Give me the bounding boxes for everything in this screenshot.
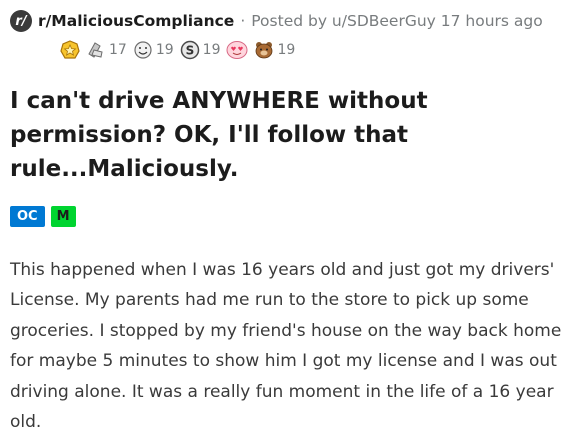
award-bear[interactable]: 19	[254, 40, 295, 60]
flair-oc[interactable]: OC	[10, 206, 45, 227]
svg-text:S: S	[185, 44, 194, 58]
gold-star-award-icon	[60, 40, 80, 59]
award-gold-star[interactable]	[60, 40, 80, 60]
award-count: 19	[202, 42, 221, 58]
award-count: 17	[109, 42, 127, 58]
flair-m[interactable]: M	[50, 206, 76, 227]
award-heart-eyes[interactable]	[226, 40, 248, 60]
smile-award-icon	[134, 41, 152, 59]
subreddit-icon[interactable]: r/	[10, 10, 32, 32]
meta-separator: ·	[240, 12, 246, 30]
award-s-coin[interactable]: S 19	[180, 40, 221, 60]
award-silver[interactable]: 17	[86, 40, 127, 60]
post-meta-row: r/ r/MaliciousCompliance · Posted by u/S…	[10, 10, 543, 32]
bear-award-icon	[256, 42, 273, 59]
posted-by-text: Posted by u/SDBeerGuy 17 hours ago	[251, 12, 543, 30]
post-flairs: OC M	[10, 206, 76, 227]
subreddit-link[interactable]: r/MaliciousCompliance	[38, 12, 234, 30]
award-count: 19	[277, 42, 296, 58]
award-count: 19	[155, 42, 174, 58]
heart-eyes-award-icon	[226, 41, 248, 59]
awards-row: 17 19 S 19 19	[60, 40, 295, 60]
post-card: r/ r/MaliciousCompliance · Posted by u/S…	[0, 0, 579, 443]
award-smile[interactable]: 19	[133, 40, 174, 60]
post-title[interactable]: I can't drive ANYWHERE without permissio…	[10, 84, 565, 186]
s-coin-award-icon: S	[180, 40, 199, 60]
post-body: This happened when I was 16 years old an…	[10, 260, 562, 433]
silver-award-icon	[88, 42, 103, 58]
